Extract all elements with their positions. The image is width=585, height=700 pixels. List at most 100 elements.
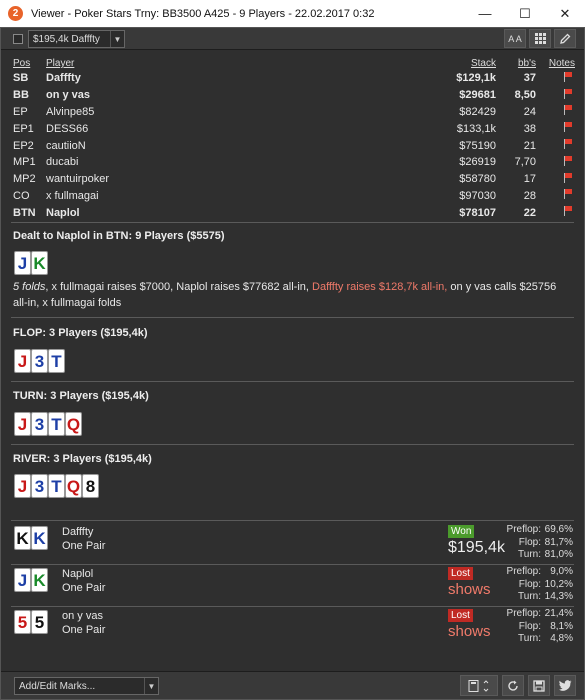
turn-title: TURN: 3 Players ($195,4k) [13, 390, 149, 402]
turn-cards: J3TQ [14, 412, 82, 436]
showdown-hand: One Pair [62, 582, 106, 594]
flag-icon[interactable] [563, 71, 573, 82]
playing-card: 3 [31, 349, 48, 373]
hand-select-dropdown[interactable]: $195,4k Dafffty ▼ [28, 30, 125, 48]
player-notes[interactable] [536, 172, 575, 186]
header-notes[interactable]: Notes [536, 58, 575, 70]
player-name[interactable]: DESS66 [46, 123, 416, 135]
player-notes[interactable] [536, 88, 575, 102]
player-stack: $82429 [459, 105, 496, 118]
result-amount: $195,4k [448, 539, 505, 556]
result-badge: Lost [448, 567, 473, 580]
flag-icon[interactable] [563, 88, 573, 99]
font-size-button[interactable]: A A [504, 29, 526, 48]
player-pos: BTN [13, 206, 36, 219]
player-name[interactable]: Alvinpe85 [46, 106, 416, 118]
flag-icon[interactable] [563, 139, 573, 150]
showdown-player[interactable]: Dafffty [62, 526, 93, 538]
player-stack: $58780 [459, 173, 496, 186]
marks-dropdown-value: Add/Edit Marks... [19, 680, 96, 692]
showdown-player[interactable]: on y vas [62, 610, 103, 622]
header-stack[interactable]: Stack [416, 58, 496, 70]
bottom-bar: Add/Edit Marks... ▼ [1, 671, 584, 699]
flag-icon[interactable] [563, 105, 573, 116]
equity-preflop: 69,6% [544, 524, 573, 535]
flag-icon[interactable] [563, 122, 573, 133]
maximize-button[interactable]: ☐ [505, 0, 545, 27]
playing-card: 5 [31, 610, 48, 634]
player-name[interactable]: wantuirpoker [46, 173, 416, 185]
minimize-button[interactable]: — [465, 0, 505, 27]
player-notes[interactable] [536, 71, 575, 85]
showdown-row: J K Naplol One Pair Lost shows Preflop: 9,0% Flo… [1, 566, 584, 608]
equity-label: Turn: [518, 549, 541, 560]
flag-icon[interactable] [563, 172, 573, 183]
player-row[interactable]: EP2 cautiioN $75190 21 [13, 137, 575, 154]
playing-card: K [31, 251, 48, 275]
player-notes[interactable] [536, 139, 575, 152]
player-pos: EP1 [13, 122, 34, 135]
pencil-icon[interactable] [554, 29, 576, 48]
player-notes[interactable] [536, 105, 575, 118]
player-row[interactable]: CO x fullmagai $97030 28 [13, 188, 575, 205]
player-bbs: 28 [523, 189, 536, 202]
playing-card: 3 [31, 474, 48, 498]
player-bbs: 8,50 [514, 89, 536, 102]
chevron-down-icon[interactable]: ▼ [110, 31, 124, 47]
save-icon[interactable] [528, 675, 550, 696]
player-row[interactable]: MP2 wantuirpoker $58780 17 [13, 171, 575, 188]
refresh-icon[interactable] [502, 675, 524, 696]
player-bbs: 38 [523, 122, 536, 135]
playing-card: Q [65, 412, 82, 436]
player-row[interactable]: EP Alvinpe85 $82429 24 [13, 104, 575, 121]
players-table-header: Pos Player Stack bb's Notes [13, 58, 575, 70]
player-notes[interactable] [536, 206, 575, 219]
twitter-icon[interactable] [554, 675, 576, 696]
showdown-cards: 55 [14, 610, 48, 634]
showdown-player[interactable]: Naplol [62, 568, 93, 580]
flag-icon[interactable] [563, 155, 573, 166]
folds-text: 5 folds [13, 281, 46, 293]
playing-card: K [31, 526, 48, 550]
player-row[interactable]: BB on y vas $29681 8,50 [13, 87, 575, 104]
player-row[interactable]: SB Dafffty $129,1k 37 [13, 70, 575, 87]
close-button[interactable]: ✕ [545, 0, 585, 27]
equity-preflop: 9,0% [550, 566, 573, 577]
river-cards: J3TQ8 [14, 474, 99, 498]
grid-icon[interactable] [529, 29, 551, 48]
flag-icon[interactable] [563, 206, 573, 217]
player-name[interactable]: ducabi [46, 156, 416, 168]
player-pos: EP2 [13, 139, 34, 152]
divider [11, 381, 574, 382]
playing-card: T [48, 412, 65, 436]
marks-dropdown[interactable]: Add/Edit Marks... ▼ [14, 677, 159, 695]
playing-card: K [31, 568, 48, 592]
player-notes[interactable] [536, 155, 575, 169]
player-row[interactable]: EP1 DESS66 $133,1k 38 [13, 120, 575, 137]
player-name[interactable]: Naplol [46, 207, 416, 219]
preflop-title: Dealt to Naplol in BTN: 9 Players ($5575… [13, 230, 225, 242]
player-pos: SB [13, 72, 29, 85]
select-checkbox[interactable] [13, 34, 23, 44]
player-name[interactable]: cautiioN [46, 140, 416, 152]
hand-viewer-window: $195,4k Dafffty ▼ A A Pos Player Stack b… [0, 27, 585, 700]
player-name[interactable]: on y vas [46, 89, 416, 101]
header-player[interactable]: Player [46, 58, 416, 70]
header-bbs[interactable]: bb's [496, 58, 536, 70]
flop-title: FLOP: 3 Players ($195,4k) [13, 327, 148, 339]
player-row[interactable]: MP1 ducabi $26919 7,70 [13, 154, 575, 171]
showdown-cards: KK [14, 526, 48, 550]
player-stack: $26919 [459, 156, 496, 169]
chevron-down-icon[interactable]: ▼ [144, 678, 158, 694]
player-notes[interactable] [536, 122, 575, 135]
player-stack: $78107 [459, 206, 496, 219]
equity-label: Turn: [518, 591, 541, 602]
player-name[interactable]: x fullmagai [46, 190, 416, 202]
flop-cards: J3T [14, 349, 65, 373]
player-notes[interactable] [536, 189, 575, 202]
flag-icon[interactable] [563, 189, 573, 200]
calculator-icon[interactable] [460, 675, 498, 696]
header-pos[interactable]: Pos [13, 58, 46, 70]
player-name[interactable]: Dafffty [46, 72, 416, 84]
player-row[interactable]: BTN Naplol $78107 22 [13, 204, 575, 221]
